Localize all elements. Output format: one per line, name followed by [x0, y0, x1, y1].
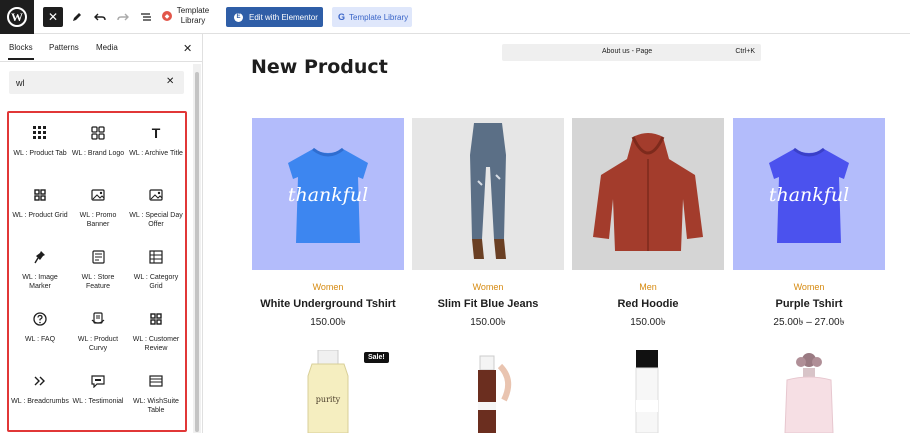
block-item[interactable]: WL : Promo Banner	[69, 175, 127, 235]
product-name[interactable]: White Underground Tshirt	[252, 298, 404, 310]
block-item[interactable]: WL : Customer Review	[127, 299, 185, 359]
product-image[interactable]	[412, 118, 564, 270]
product-image[interactable]	[572, 350, 724, 433]
feature-icon	[69, 247, 127, 267]
block-results-grid: WL : Product Tab WL : Brand Logo T WL : …	[7, 111, 187, 432]
wordpress-logo-icon[interactable]: W	[0, 0, 34, 34]
redo-button[interactable]	[113, 7, 133, 27]
product-price: 25.00৳ – 27.00৳	[773, 317, 845, 328]
editor-toolbar: W ✕ ◆ Template Library E Edit with Eleme…	[0, 0, 910, 34]
product-name[interactable]: Slim Fit Blue Jeans	[412, 298, 564, 310]
block-item[interactable]: WL : Image Marker	[11, 237, 69, 297]
template-library-g-icon: G	[338, 12, 346, 22]
product-image[interactable]	[412, 350, 564, 433]
block-item[interactable]: WL : Breadcrumbs	[11, 361, 69, 421]
block-item[interactable]: WL : Testimonial	[69, 361, 127, 421]
image-icon	[127, 185, 185, 205]
block-item[interactable]: WL : FAQ	[11, 299, 69, 359]
pencil-icon	[73, 13, 81, 21]
block-search-input[interactable]: wl	[9, 71, 184, 94]
grid-icon	[11, 185, 69, 205]
inserter-tabs: Blocks Patterns Media ✕	[0, 34, 202, 62]
list-view-icon	[141, 13, 151, 21]
product-name[interactable]: Red Hoodie	[572, 298, 724, 310]
title-icon: T	[151, 125, 161, 141]
svg-text:thankful: thankful	[288, 184, 368, 206]
block-item[interactable]: WL : Special Day Offer	[127, 175, 185, 235]
block-item[interactable]: T WL : Archive Title	[127, 113, 185, 173]
edit-tools-button[interactable]	[67, 7, 87, 27]
product-image[interactable]	[572, 118, 724, 270]
tab-patterns[interactable]: Patterns	[49, 43, 79, 52]
template-library-button[interactable]: G Template Library	[332, 7, 412, 27]
sidebar-scrollbar-thumb[interactable]	[195, 72, 199, 432]
elementor-icon: E	[234, 12, 243, 22]
block-item[interactable]: WL : Store Feature	[69, 237, 127, 297]
product-image[interactable]: thankful	[733, 118, 885, 270]
tab-blocks[interactable]: Blocks	[8, 43, 34, 60]
page-title[interactable]: New Product	[251, 56, 388, 78]
grid-icon	[127, 309, 185, 329]
product-category[interactable]: Men	[572, 282, 724, 292]
block-item[interactable]: WL : Product Grid	[11, 175, 69, 235]
product-category[interactable]: Women	[252, 282, 404, 292]
close-inserter-button[interactable]: ✕	[43, 7, 63, 27]
table-icon	[127, 247, 185, 267]
block-item[interactable]: WL : Product Curvy	[69, 299, 127, 359]
edit-with-elementor-button[interactable]: E Edit with Elementor	[226, 7, 323, 27]
svg-text:purity: purity	[316, 395, 341, 404]
command-palette-bar[interactable]: About us - Page Ctrl+K	[502, 44, 761, 61]
sale-badge: Sale!	[364, 352, 389, 363]
document-title: About us - Page	[602, 48, 653, 55]
block-item[interactable]: WL: WishSuite Table	[127, 361, 185, 421]
curvy-icon	[69, 309, 127, 329]
squares-icon	[69, 123, 127, 143]
block-inserter-panel: Blocks Patterns Media ✕ wl ✕ WL : Produc…	[0, 34, 203, 433]
product-image[interactable]: thankful	[252, 118, 404, 270]
image-icon	[69, 185, 127, 205]
pin-icon	[11, 247, 69, 267]
product-card[interactable]: Men Red Hoodie 150.00৳	[572, 118, 724, 332]
product-category[interactable]: Women	[733, 282, 885, 292]
wishsuite-table-icon	[127, 371, 185, 391]
tab-media[interactable]: Media	[96, 43, 118, 52]
product-card[interactable]: thankful Women White Underground Tshirt …	[252, 118, 404, 332]
product-card[interactable]: Women Slim Fit Blue Jeans 150.00৳	[412, 118, 564, 332]
undo-button[interactable]	[90, 7, 110, 27]
clear-search-icon[interactable]: ✕	[166, 76, 174, 87]
product-name[interactable]: Purple Tshirt	[733, 298, 885, 310]
breadcrumb-icon	[11, 371, 69, 391]
template-library-icon: ◆	[162, 11, 172, 21]
block-item[interactable]: WL : Category Grid	[127, 237, 185, 297]
redo-icon	[117, 13, 129, 21]
shortcut-hint: Ctrl+K	[735, 48, 755, 55]
template-library-link[interactable]: ◆ Template Library	[162, 6, 210, 26]
block-item[interactable]: WL : Brand Logo	[69, 113, 127, 173]
product-category[interactable]: Women	[412, 282, 564, 292]
svg-text:thankful: thankful	[769, 184, 849, 206]
product-price: 150.00৳	[470, 317, 506, 328]
block-item[interactable]: WL : Product Tab	[11, 113, 69, 173]
product-price: 150.00৳	[310, 317, 346, 328]
product-card[interactable]: thankful Women Purple Tshirt 25.00৳ – 27…	[733, 118, 885, 332]
undo-icon	[94, 13, 106, 21]
product-price: 150.00৳	[630, 317, 666, 328]
product-image[interactable]	[733, 350, 885, 433]
editor-canvas: About us - Page Ctrl+K New Product thank…	[203, 34, 910, 433]
document-overview-button[interactable]	[136, 7, 156, 27]
testimonial-icon	[69, 371, 127, 391]
close-icon[interactable]: ✕	[183, 42, 192, 55]
question-icon	[11, 309, 69, 329]
grid-dots-icon	[11, 123, 69, 143]
